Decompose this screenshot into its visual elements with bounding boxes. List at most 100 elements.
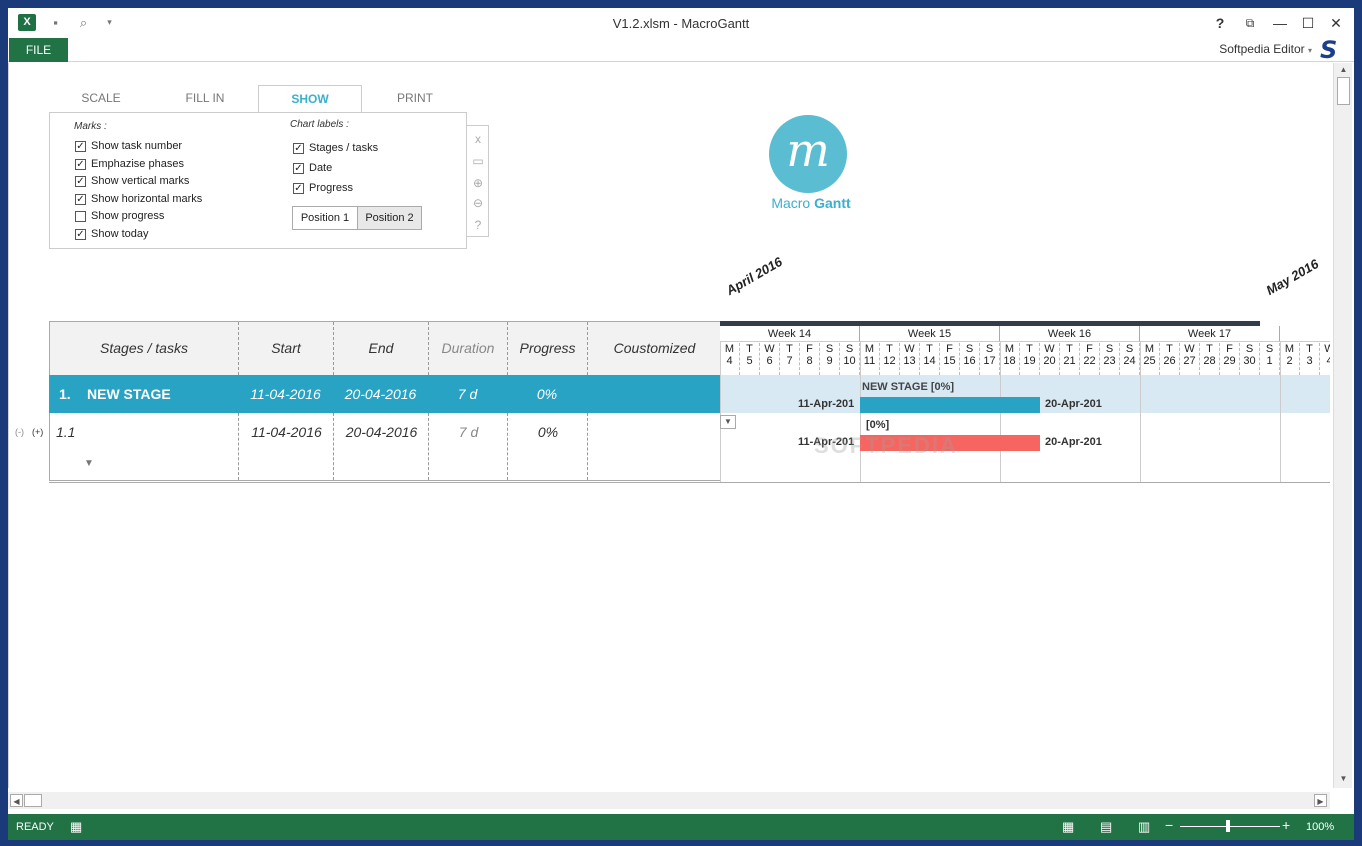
stage-start[interactable]: 11-04-2016	[238, 375, 333, 413]
close-button[interactable]: ✕	[1326, 14, 1346, 32]
task-start[interactable]: 11-04-2016	[239, 413, 334, 451]
day-column: T 19	[1020, 343, 1040, 375]
horizontal-scrollbar[interactable]: ◀ ▶	[8, 792, 1330, 809]
checkbox-icon[interactable]: ✓	[293, 183, 304, 194]
header-progress: Progress	[508, 322, 588, 375]
page-layout-icon[interactable]: ▤	[1100, 819, 1112, 835]
day-date: 27	[1183, 355, 1196, 367]
day-column: F 15	[940, 343, 960, 375]
scroll-right-icon[interactable]: ▶	[1314, 794, 1327, 807]
horizontal-scroll-thumb[interactable]	[24, 794, 42, 807]
day-column: M 25	[1140, 343, 1160, 375]
worksheet[interactable]: SCALE FILL IN SHOW PRINT Marks : ✓ Show t…	[8, 63, 1330, 788]
save-icon[interactable]: ▭	[471, 154, 485, 168]
month-label-april: April 2016	[723, 253, 785, 298]
day-letter: M	[1004, 343, 1015, 355]
day-date: 11	[863, 355, 876, 367]
position-2-button[interactable]: Position 2	[357, 206, 422, 230]
minimize-button[interactable]: —	[1270, 14, 1290, 32]
vertical-scroll-thumb[interactable]	[1337, 77, 1350, 105]
stage-end[interactable]: 20-04-2016	[333, 375, 428, 413]
task-row[interactable]: 1.1 11-04-2016 20-04-2016 7 d 0% ▼	[49, 413, 720, 481]
marks-checkbox-3[interactable]: ✓ Show horizontal marks	[75, 193, 202, 207]
task-number[interactable]: 1.1	[56, 413, 75, 451]
zoom-out-button[interactable]: −	[1165, 817, 1173, 833]
normal-view-icon[interactable]: ▦	[1062, 819, 1074, 835]
day-letter: W	[764, 343, 775, 355]
zoom-slider-thumb[interactable]	[1226, 820, 1230, 832]
day-letter: M	[724, 343, 735, 355]
checkbox-icon[interactable]: ✓	[75, 158, 86, 170]
stage-row[interactable]: 1. NEW STAGE 11-04-2016 20-04-2016 7 d 0…	[49, 375, 720, 413]
marks-checkbox-4[interactable]: Show progress	[75, 210, 164, 224]
chart-labels-checkbox-2[interactable]: ✓ Progress	[293, 182, 353, 196]
checkbox-icon[interactable]: ✓	[75, 229, 86, 240]
marks-label: Show horizontal marks	[91, 192, 203, 205]
excel-icon[interactable]: x	[471, 132, 485, 146]
day-column: W 13	[900, 343, 920, 375]
scroll-down-icon[interactable]: ▼	[1337, 773, 1350, 785]
day-date: 7	[786, 355, 793, 367]
day-date: 15	[943, 355, 956, 367]
zoom-out-icon[interactable]: ⊖	[471, 196, 485, 210]
tab-print[interactable]: PRINT	[363, 91, 467, 105]
checkbox-icon[interactable]: ✓	[75, 193, 86, 205]
macrogantt-logo-icon: m	[769, 115, 847, 193]
zoom-in-button[interactable]: +	[1282, 817, 1290, 833]
zoom-in-icon[interactable]: ⊕	[471, 176, 485, 190]
chart-labels-label: Progress	[309, 182, 354, 194]
day-letter: S	[825, 343, 834, 355]
file-tab[interactable]: FILE	[9, 38, 68, 62]
task-progress[interactable]: 0%	[508, 413, 588, 451]
marks-checkbox-5[interactable]: ✓ Show today	[75, 228, 148, 242]
day-date: 4	[726, 355, 733, 367]
checkbox-icon[interactable]: ✓	[75, 176, 86, 188]
vertical-scrollbar[interactable]: ▲ ▼	[1333, 63, 1352, 788]
tab-show[interactable]: SHOW	[258, 85, 362, 113]
day-letter: F	[1226, 343, 1233, 355]
week-header: Week 17	[1140, 326, 1280, 342]
day-date: 23	[1103, 355, 1116, 367]
window-title: V1.2.xlsm - MacroGantt	[612, 16, 750, 31]
task-end[interactable]: 20-04-2016	[334, 413, 429, 451]
checkbox-icon[interactable]: ✓	[293, 143, 304, 154]
cell-dropdown-icon[interactable]: ▼	[720, 415, 736, 429]
maximize-button[interactable]: ☐	[1298, 14, 1318, 32]
stage-name[interactable]: NEW STAGE	[87, 375, 171, 413]
help-button[interactable]: ?	[1210, 14, 1230, 32]
header-customized: Coustomized	[613, 340, 696, 356]
page-break-icon[interactable]: ▥	[1138, 819, 1150, 835]
checkbox-icon[interactable]	[75, 211, 86, 223]
scroll-up-icon[interactable]: ▲	[1337, 64, 1350, 76]
task-caret-icon[interactable]: ▼	[84, 451, 94, 477]
stage-progress[interactable]: 0%	[507, 375, 587, 413]
marks-checkbox-2[interactable]: ✓ Show vertical marks	[75, 175, 189, 189]
zoom-slider[interactable]	[1180, 826, 1280, 827]
marks-checkbox-0[interactable]: ✓ Show task number	[75, 140, 182, 154]
collapse-toggle[interactable]: (-)	[15, 427, 24, 437]
zoom-level[interactable]: 100%	[1306, 821, 1334, 833]
help-icon[interactable]: ?	[471, 218, 485, 232]
header-duration: Duration	[429, 322, 508, 375]
chart-labels-checkbox-0[interactable]: ✓ Stages / tasks	[293, 142, 378, 156]
day-letter: F	[806, 343, 813, 355]
tab-fill-in[interactable]: FILL IN	[153, 91, 257, 105]
day-column: M 18	[1000, 343, 1020, 375]
user-account[interactable]: Softpedia Editor ▾	[1219, 42, 1312, 56]
scroll-left-icon[interactable]: ◀	[10, 794, 23, 807]
tab-scale[interactable]: SCALE	[49, 91, 153, 105]
logo-macro: Macro	[771, 195, 811, 211]
ribbon-display-button[interactable]: ⧉	[1240, 14, 1260, 32]
expand-toggle[interactable]: (+)	[32, 427, 43, 437]
macro-record-icon[interactable]: ▦	[70, 819, 82, 835]
position-1-button[interactable]: Position 1	[292, 206, 358, 230]
chart-labels-label: Stages / tasks	[309, 142, 379, 154]
marks-checkbox-1[interactable]: ✓ Emphazise phases	[75, 158, 184, 172]
checkbox-icon[interactable]: ✓	[75, 141, 86, 152]
stage-bar[interactable]	[860, 397, 1040, 413]
day-letter: T	[1206, 343, 1213, 355]
checkbox-icon[interactable]: ✓	[293, 163, 304, 174]
day-date: 28	[1203, 355, 1216, 367]
header-end: End	[334, 322, 429, 375]
chart-labels-checkbox-1[interactable]: ✓ Date	[293, 162, 332, 176]
